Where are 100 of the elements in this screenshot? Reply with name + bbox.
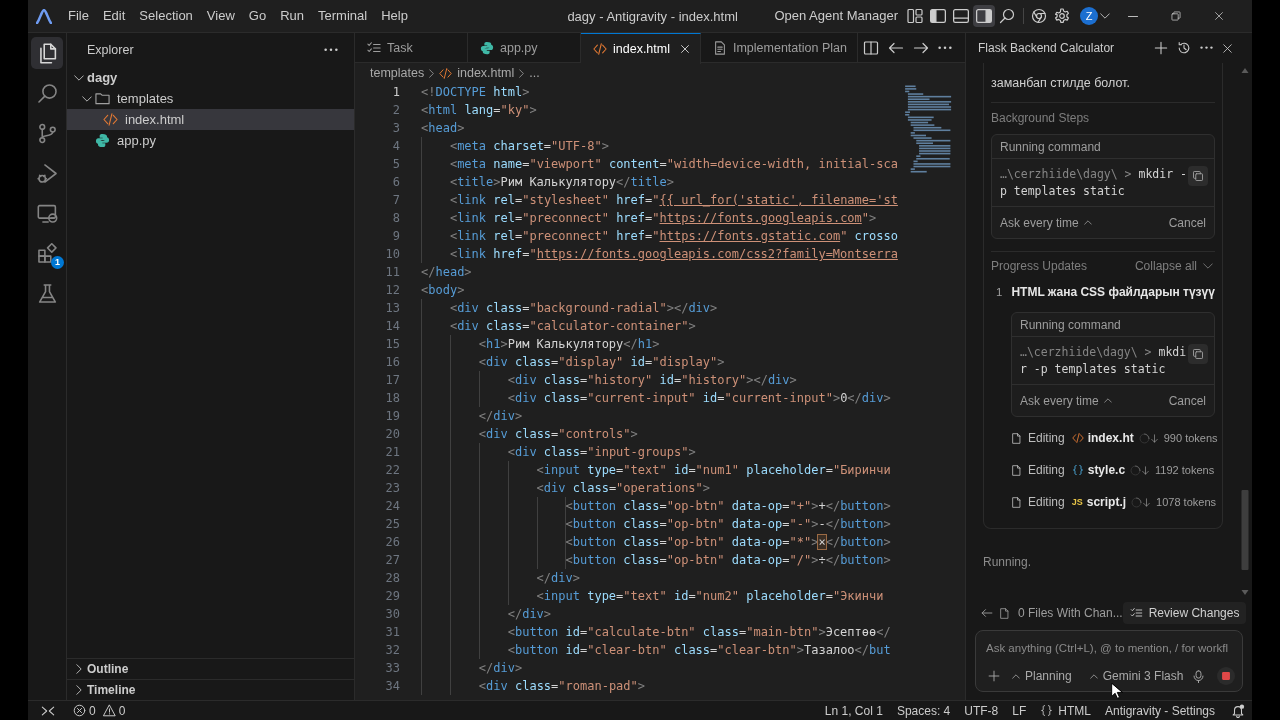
token-count: 990 tokens xyxy=(1163,432,1218,444)
plus-icon[interactable] xyxy=(988,670,1000,682)
editor-tab[interactable]: index.html xyxy=(581,33,701,64)
line-number: 3 xyxy=(392,121,400,135)
mode-dropdown[interactable]: Planning xyxy=(1012,669,1072,683)
line-number: 9 xyxy=(392,229,400,243)
microphone-icon[interactable] xyxy=(1192,668,1205,684)
more-icon[interactable] xyxy=(938,45,952,50)
code-line: <div class="display" id="display"> xyxy=(478,354,725,371)
browser-icon[interactable] xyxy=(1031,8,1047,24)
menu-item[interactable]: File xyxy=(61,4,96,28)
sidebar-title: Explorer xyxy=(87,43,134,57)
tree-item[interactable]: index.html xyxy=(67,109,354,130)
search-icon[interactable] xyxy=(999,8,1015,24)
braces-icon xyxy=(1040,704,1054,717)
copy-icon[interactable] xyxy=(1188,166,1208,186)
more-icon[interactable] xyxy=(1200,46,1213,50)
tree-item[interactable]: app.py xyxy=(67,130,354,151)
code-line: <button class="op-btn" data-op="+">+</button> xyxy=(565,498,891,515)
layout-icon[interactable] xyxy=(907,8,923,24)
breadcrumb-item[interactable]: ... xyxy=(529,66,540,80)
code-line: <div class="current-input" id="current-input">0</div> xyxy=(507,390,891,407)
arrow-down-icon xyxy=(1142,496,1152,508)
status-bar-item[interactable]: Antigravity - Settings xyxy=(1097,703,1222,718)
step-number: 1 xyxy=(996,285,1003,300)
status-bar-item[interactable]: LF xyxy=(1005,703,1034,718)
python-icon xyxy=(95,133,110,148)
menu-item[interactable]: Help xyxy=(374,4,415,28)
file-icon xyxy=(1011,463,1022,477)
close-icon[interactable] xyxy=(1213,11,1224,21)
model-dropdown[interactable]: Gemini 3 Flash xyxy=(1089,669,1184,683)
more-icon[interactable] xyxy=(324,48,338,52)
line-number: 20 xyxy=(385,427,400,441)
section-title: Background Steps xyxy=(991,111,1090,125)
left-sidebar-toggle-icon[interactable] xyxy=(930,9,946,23)
cancel-button[interactable]: Cancel xyxy=(1168,215,1206,230)
editor-tab[interactable]: Task xyxy=(355,33,468,63)
breadcrumb-item[interactable]: index.html xyxy=(439,66,515,80)
cancel-button[interactable]: Cancel xyxy=(1168,393,1206,408)
approval-dropdown[interactable]: Ask every time xyxy=(1020,393,1112,408)
tree-item[interactable]: templates xyxy=(67,88,354,109)
line-number: 7 xyxy=(392,193,400,207)
arrow-down-icon xyxy=(1149,432,1159,444)
right-sidebar-toggle-icon[interactable] xyxy=(973,5,995,27)
review-changes-button[interactable]: Review Changes xyxy=(1122,602,1247,624)
chat-input[interactable]: Ask anything (Ctrl+L), @ to mention, / for workfl xyxy=(986,638,1236,658)
status-bar-item[interactable]: HTML xyxy=(1033,703,1098,718)
status-bar-item[interactable]: UTF-8 xyxy=(957,703,1006,718)
arrow-left-icon[interactable] xyxy=(981,607,993,619)
line-number: 26 xyxy=(385,535,400,549)
status-bar-item[interactable]: Spaces: 4 xyxy=(889,703,958,718)
plus-icon[interactable] xyxy=(1154,41,1168,55)
chevron-down-icon xyxy=(1203,263,1213,269)
token-count: 1192 tokens xyxy=(1155,464,1215,476)
minimize-icon[interactable] xyxy=(1127,15,1138,17)
menu-item[interactable]: Edit xyxy=(95,4,133,28)
remote-icon[interactable] xyxy=(40,703,55,718)
chevron-down-icon[interactable] xyxy=(1100,13,1110,19)
breadcrumb-item[interactable]: templates xyxy=(370,66,425,80)
app-logo-icon xyxy=(36,8,52,24)
step-title: HTML жана CSS файлдарын түзүү xyxy=(1011,284,1215,301)
chat-input-box[interactable]: Ask anything (Ctrl+L), @ to mention, / for workfl Planning Gemini 3 Flash xyxy=(975,630,1243,692)
code-line: <body> xyxy=(421,282,465,299)
menu-item[interactable]: Run xyxy=(273,4,311,28)
approval-dropdown[interactable]: Ask every time xyxy=(1000,215,1092,230)
branch-icon[interactable] xyxy=(36,122,58,144)
status-bar-item[interactable]: Ln 1, Col 1 xyxy=(817,703,890,718)
stop-icon[interactable] xyxy=(1217,667,1235,685)
checklist-icon xyxy=(1129,607,1143,619)
monitor-icon[interactable] xyxy=(36,202,58,224)
account-avatar[interactable]: Z xyxy=(1080,7,1098,25)
line-number: 8 xyxy=(392,211,400,225)
section-header[interactable]: Outline xyxy=(67,658,354,679)
problems-indicator[interactable]: 0 0 xyxy=(67,703,132,718)
editor-tab[interactable]: Implementation Plan xyxy=(701,33,858,63)
agent-manager-button[interactable]: Open Agent Manager xyxy=(770,5,902,27)
code-line: <div class="calculator-container"> xyxy=(449,318,696,335)
menu-item[interactable]: Selection xyxy=(132,4,200,28)
file-icon xyxy=(999,606,1010,620)
menu-item[interactable]: View xyxy=(199,4,242,28)
code-line: <button id="clear-btn" class="clear-btn">Тазалоо</but xyxy=(507,642,891,659)
code-line: <link href="https://fonts.googleapis.com/css2?family=Montserra xyxy=(449,246,898,263)
play-bug-icon[interactable] xyxy=(36,162,58,184)
collapse-all-button[interactable]: Collapse all xyxy=(1134,257,1213,275)
bottom-panel-toggle-icon[interactable] xyxy=(953,9,969,23)
settings-icon[interactable] xyxy=(1054,8,1070,24)
split-editor-icon[interactable] xyxy=(863,39,879,56)
restore-icon[interactable] xyxy=(1170,11,1181,21)
close-icon[interactable] xyxy=(1222,42,1233,54)
menu-item[interactable]: Terminal xyxy=(311,4,375,28)
history-icon[interactable] xyxy=(1177,41,1191,55)
search-icon[interactable] xyxy=(36,82,58,104)
menu-item[interactable]: Go xyxy=(241,4,274,28)
tree-item[interactable]: dagy xyxy=(67,67,354,88)
files-icon[interactable] xyxy=(31,37,63,69)
document-icon xyxy=(713,41,727,55)
flask-icon[interactable] xyxy=(36,282,58,304)
copy-icon[interactable] xyxy=(1188,344,1208,364)
blocks-icon[interactable] xyxy=(36,242,58,264)
bell-icon[interactable] xyxy=(1231,703,1245,718)
